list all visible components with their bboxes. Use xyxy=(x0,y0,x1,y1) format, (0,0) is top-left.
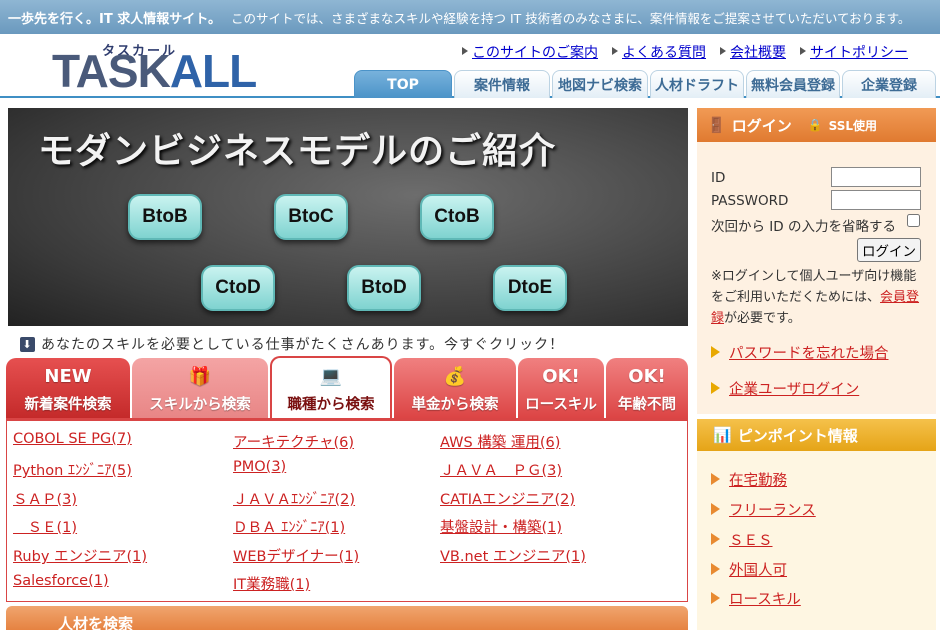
list-item[interactable]: AWS 構築 運用(6) xyxy=(440,431,560,452)
pinpoint-item[interactable]: ＳＥＳ xyxy=(711,529,773,550)
header-links: このサイトのご案内 よくある質問 会社概要 サイトポリシー xyxy=(462,42,908,62)
model-pill: CtoD xyxy=(201,265,275,311)
gift-icon: 🎁 xyxy=(188,366,212,387)
link-company[interactable]: 会社概要 xyxy=(720,42,786,62)
list-item[interactable]: ＪＡＶＡｴﾝｼﾞﾆｱ(2) xyxy=(233,488,355,509)
id-input[interactable] xyxy=(831,167,921,187)
list-item[interactable]: COBOL SE PG(7) xyxy=(13,431,132,447)
occupation-job-list: COBOL SE PG(7) アーキテクチャ(6) AWS 構築 運用(6) P… xyxy=(6,418,688,602)
tab-any-age[interactable]: OK! 年齢不問 xyxy=(606,358,688,418)
list-item[interactable]: Ruby エンジニア(1) xyxy=(13,545,147,566)
top-info-bar: 一歩先を行く。IT 求人情報サイト。 このサイトでは、さまざまなスキルや経験を持… xyxy=(0,0,940,34)
list-item[interactable]: ＪＡＶＡ ＰＧ(3) xyxy=(440,459,562,480)
model-pill: DtoE xyxy=(493,265,567,311)
list-item[interactable]: アーキテクチャ(6) xyxy=(233,431,354,452)
list-item[interactable]: Python ｴﾝｼﾞﾆｱ(5) xyxy=(13,459,132,480)
list-item[interactable]: WEBデザイナー(1) xyxy=(233,545,359,566)
tab-talent-draft[interactable]: 人材ドラフト xyxy=(650,70,744,98)
download-arrow-icon: ⬇ xyxy=(20,336,35,352)
tab-low-skill[interactable]: OK! ロースキル xyxy=(518,358,604,418)
list-item[interactable]: ＳＡＰ(3) xyxy=(13,488,77,509)
tab-price-search[interactable]: 💰 単金から検索 xyxy=(394,358,516,418)
hero-banner[interactable]: モダンビジネスモデルのご紹介 BtoB BtoC CtoB CtoD BtoD … xyxy=(8,108,688,326)
talent-search-title: 人材を検索 xyxy=(58,615,134,630)
model-pill: BtoD xyxy=(347,265,421,311)
hero-title: モダンビジネスモデルのご紹介 xyxy=(38,131,557,172)
ok-icon: OK! xyxy=(542,366,580,387)
lock-icon: 🔒 xyxy=(807,118,823,132)
login-note: ※ログインして個人ユーザ向け機能をご利用いただくためには、会員登録が必要です。 xyxy=(711,269,920,326)
site-logo[interactable]: タスカール TASKALL xyxy=(52,40,302,94)
pinpoint-header: 📊 ピンポイント情報 xyxy=(697,419,936,451)
link-faq[interactable]: よくある質問 xyxy=(612,42,706,62)
ok-icon: OK! xyxy=(628,366,666,387)
tab-skill-search[interactable]: 🎁 スキルから検索 xyxy=(132,358,268,418)
skill-notice: ⬇ あなたのスキルを必要としている仕事がたくさんあります。今すぐクリック！ xyxy=(20,334,564,354)
list-item[interactable]: CATIAエンジニア(2) xyxy=(440,488,575,509)
talent-search-header: 人材を検索 xyxy=(6,606,688,630)
list-item[interactable]: IT業務職(1) xyxy=(233,573,310,594)
login-header: 🚪 ログイン 🔒 SSL使用 xyxy=(697,108,936,142)
main-nav: TOP 案件情報 地図ナビ検索 人材ドラフト 無料会員登録 企業登録 xyxy=(354,70,936,98)
remember-label: 次回から ID の入力を省略する xyxy=(711,219,896,235)
list-item[interactable]: VB.net エンジニア(1) xyxy=(440,545,586,566)
list-item[interactable]: 基盤設計・構築(1) xyxy=(440,516,562,537)
site-slogan: 一歩先を行く。IT 求人情報サイト。 xyxy=(8,11,221,27)
logo-text: TASKALL xyxy=(52,45,257,97)
model-pill: BtoC xyxy=(274,194,348,240)
tab-company-register[interactable]: 企業登録 xyxy=(842,70,936,98)
list-item[interactable]: ＳＥ(1) xyxy=(13,516,77,537)
id-label: ID xyxy=(711,170,726,186)
notice-text: あなたのスキルを必要としている仕事がたくさんあります。今すぐクリック！ xyxy=(41,337,565,353)
list-item[interactable]: Salesforce(1) xyxy=(13,573,109,589)
chart-icon: 📊 xyxy=(713,426,732,444)
login-panel: 🚪 ログイン 🔒 SSL使用 ID PASSWORD 次回から ID の入力を省… xyxy=(697,108,936,414)
computer-icon: 💻 xyxy=(319,366,343,387)
site-header: タスカール TASKALL このサイトのご案内 よくある質問 会社概要 サイトポ… xyxy=(0,34,940,98)
login-button[interactable]: ログイン xyxy=(857,238,921,262)
pinpoint-item[interactable]: フリーランス xyxy=(711,499,816,520)
new-icon: NEW xyxy=(44,366,92,387)
password-label: PASSWORD xyxy=(711,193,789,209)
ssl-label: SSL使用 xyxy=(828,118,878,133)
pinpoint-panel: 📊 ピンポイント情報 在宅勤務 フリーランス ＳＥＳ 外国人可 ロースキル xyxy=(697,419,936,630)
site-description: このサイトでは、さまざまなスキルや経験を持つ IT 技術者のみなさまに、案件情報… xyxy=(230,10,911,26)
tab-jobs[interactable]: 案件情報 xyxy=(454,70,550,98)
forgot-password-link[interactable]: パスワードを忘れた場合 xyxy=(711,342,889,363)
pinpoint-item[interactable]: ロースキル xyxy=(711,588,801,609)
remember-checkbox[interactable] xyxy=(907,214,920,227)
pinpoint-item[interactable]: 外国人可 xyxy=(711,559,787,580)
money-icon: 💰 xyxy=(443,366,467,387)
password-input[interactable] xyxy=(831,190,921,210)
list-item[interactable]: ＤＢＡ ｴﾝｼﾞﾆｱ(1) xyxy=(233,516,345,537)
tab-map-search[interactable]: 地図ナビ検索 xyxy=(552,70,648,98)
link-site-guide[interactable]: このサイトのご案内 xyxy=(462,42,598,62)
model-pill: CtoB xyxy=(420,194,494,240)
tab-new-jobs[interactable]: NEW 新着案件検索 xyxy=(6,358,130,418)
category-tabs: NEW 新着案件検索 🎁 スキルから検索 💻 職種から検索 💰 単金から検索 O… xyxy=(6,356,688,418)
tab-top[interactable]: TOP xyxy=(354,70,452,98)
model-pill: BtoB xyxy=(128,194,202,240)
corporate-login-link[interactable]: 企業ユーザログイン xyxy=(711,378,859,399)
link-policy[interactable]: サイトポリシー xyxy=(800,42,908,62)
door-icon: 🚪 xyxy=(707,116,726,134)
tab-occupation-search[interactable]: 💻 職種から検索 xyxy=(270,356,392,418)
list-item[interactable]: PMO(3) xyxy=(233,459,286,475)
pinpoint-item[interactable]: 在宅勤務 xyxy=(711,469,787,490)
tab-free-register[interactable]: 無料会員登録 xyxy=(746,70,840,98)
